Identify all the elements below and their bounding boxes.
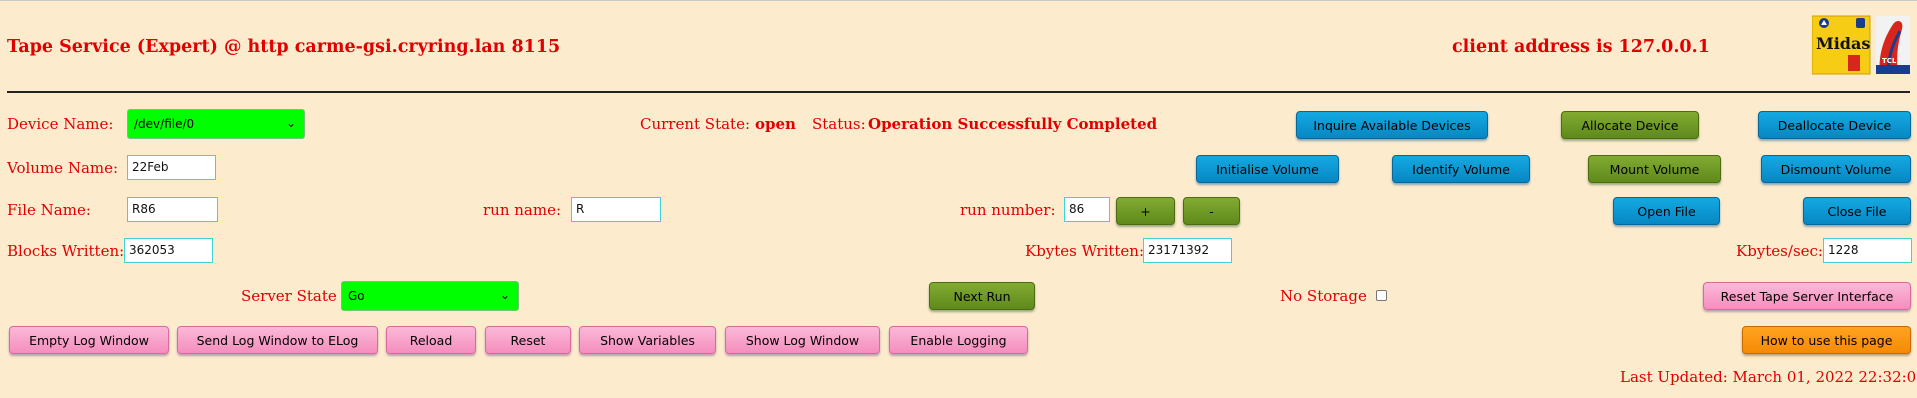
show-log-window-button[interactable]: Show Log Window — [725, 326, 880, 354]
device-name-value: /dev/file/0 — [134, 117, 195, 131]
run-number-input[interactable]: 86 — [1064, 197, 1110, 222]
open-file-button[interactable]: Open File — [1613, 197, 1720, 225]
chevron-down-icon: ⌄ — [499, 288, 510, 302]
blocks-written-label: Blocks Written: — [7, 242, 125, 260]
how-to-use-button[interactable]: How to use this page — [1742, 326, 1911, 354]
header-divider — [7, 91, 1910, 93]
run-name-label: run name: — [483, 201, 562, 219]
run-number-label: run number: — [960, 201, 1056, 219]
initialise-volume-button[interactable]: Initialise Volume — [1196, 155, 1339, 183]
dismount-volume-button[interactable]: Dismount Volume — [1761, 155, 1911, 183]
status-label: Status: — [812, 115, 866, 133]
kbytes-written-value: 23171392 — [1143, 238, 1232, 263]
device-name-label: Device Name: — [7, 115, 114, 133]
current-state-value: open — [755, 115, 796, 133]
reload-button[interactable]: Reload — [386, 326, 476, 354]
reset-tape-server-button[interactable]: Reset Tape Server Interface — [1703, 282, 1911, 310]
show-variables-button[interactable]: Show Variables — [579, 326, 716, 354]
identify-volume-button[interactable]: Identify Volume — [1392, 155, 1530, 183]
deallocate-device-button[interactable]: Deallocate Device — [1758, 111, 1911, 139]
mount-volume-button[interactable]: Mount Volume — [1588, 155, 1721, 183]
allocate-device-button[interactable]: Allocate Device — [1561, 111, 1699, 139]
server-state-select[interactable]: Go ⌄ — [341, 281, 519, 311]
no-storage-checkbox[interactable] — [1376, 290, 1387, 301]
volume-name-label: Volume Name: — [7, 159, 119, 177]
current-state-label: Current State: — [640, 115, 751, 133]
status-value: Operation Successfully Completed — [868, 115, 1158, 133]
server-state-value: Go — [348, 289, 365, 303]
reset-button[interactable]: Reset — [485, 326, 571, 354]
file-name-label: File Name: — [7, 201, 91, 219]
server-state-label: Server State — [241, 287, 337, 305]
empty-log-window-button[interactable]: Empty Log Window — [9, 326, 169, 354]
kbytes-per-sec-value: 1228 — [1823, 238, 1912, 263]
midas-logo: Midas TCL — [1811, 15, 1912, 75]
close-file-button[interactable]: Close File — [1803, 197, 1911, 225]
enable-logging-button[interactable]: Enable Logging — [889, 326, 1028, 354]
send-log-to-elog-button[interactable]: Send Log Window to ELog — [177, 326, 378, 354]
last-updated: Last Updated: March 01, 2022 22:32:03 — [1620, 368, 1917, 386]
chevron-down-icon: ⌄ — [285, 116, 296, 130]
next-run-button[interactable]: Next Run — [929, 282, 1035, 310]
client-address: client address is 127.0.0.1 — [1452, 37, 1710, 57]
logo-badge: TCL — [1882, 57, 1897, 65]
device-name-select[interactable]: /dev/file/0 ⌄ — [127, 109, 305, 139]
logo-text: Midas — [1816, 34, 1870, 53]
run-number-decrement-button[interactable]: - — [1183, 197, 1240, 225]
inquire-devices-button[interactable]: Inquire Available Devices — [1296, 111, 1488, 139]
run-name-input[interactable]: R — [571, 197, 661, 222]
kbytes-per-sec-label: Kbytes/sec: — [1736, 242, 1823, 260]
file-name-input[interactable]: R86 — [127, 197, 218, 222]
blocks-written-value: 362053 — [124, 238, 213, 263]
no-storage-label: No Storage — [1280, 287, 1367, 305]
kbytes-written-label: Kbytes Written: — [1025, 242, 1145, 260]
page-title: Tape Service (Expert) @ http carme-gsi.c… — [7, 37, 561, 57]
run-number-increment-button[interactable]: + — [1116, 197, 1175, 225]
volume-name-input[interactable]: 22Feb — [127, 155, 216, 180]
